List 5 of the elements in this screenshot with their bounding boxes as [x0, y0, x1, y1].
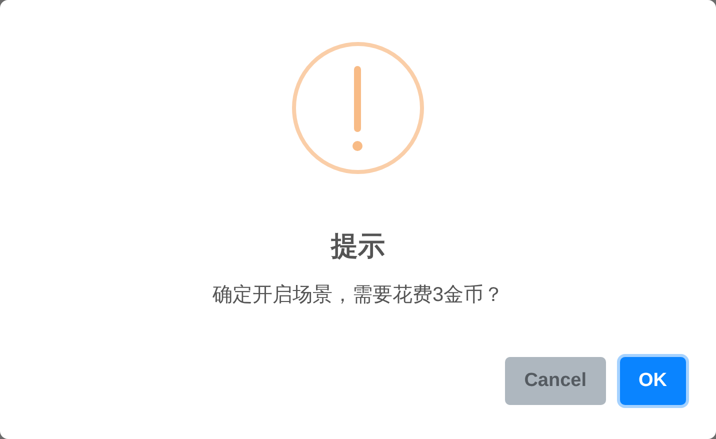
warning-icon: [290, 40, 426, 176]
dialog-title: 提示: [331, 230, 385, 263]
cancel-button[interactable]: Cancel: [505, 357, 606, 405]
ok-button[interactable]: OK: [620, 357, 686, 405]
dialog-message: 确定开启场景，需要花费3金币？: [212, 283, 504, 308]
